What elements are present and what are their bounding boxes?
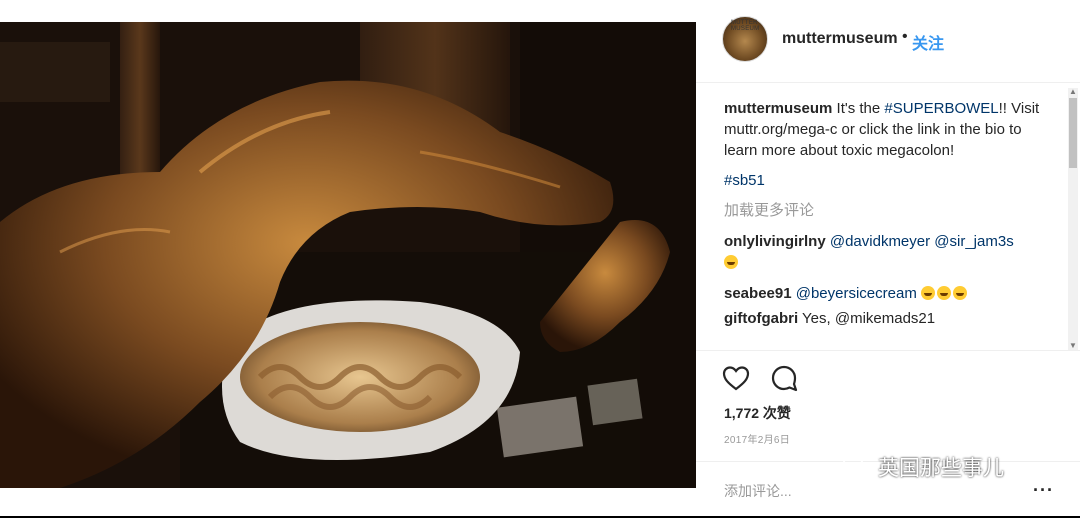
laughing-face-emoji-icon	[953, 286, 967, 300]
comment-text: @davidkmeyer @sir_jam3s	[825, 233, 1014, 250]
comment-bubble-icon[interactable]	[770, 364, 798, 392]
post-media-area	[0, 0, 696, 516]
comment-text: Yes, @mikemads21	[798, 310, 936, 327]
caption-text-before: It's the	[832, 100, 885, 117]
grinning-face-emoji-icon	[724, 255, 738, 269]
heart-icon[interactable]	[722, 365, 750, 391]
caption-hashtag-line: #sb51	[724, 170, 1054, 191]
comment-item: onlylivingirlny @davidkmeyer @sir_jam3s	[724, 231, 1054, 273]
comment-username[interactable]: giftofgabri	[724, 310, 798, 327]
laughing-face-emoji-icon	[921, 286, 935, 300]
caption-hashtag-sb51[interactable]: #sb51	[724, 172, 765, 189]
profile-avatar[interactable]: MÜTTER MUSEUM	[722, 16, 768, 62]
comment-text: @beyersicecream	[791, 285, 921, 302]
post-caption: muttermuseum It's the #SUPERBOWEL!! Visi…	[724, 98, 1054, 161]
comment-item: giftofgabri Yes, @mikemads21	[724, 308, 1054, 329]
scroll-down-arrow-icon[interactable]: ▼	[1069, 342, 1077, 350]
scrollbar-thumb[interactable]	[1069, 98, 1077, 168]
comments-scrollbar[interactable]: ▲ ▼	[1068, 88, 1078, 350]
follow-button[interactable]: 关注	[912, 30, 944, 54]
header-separator: •	[902, 28, 908, 45]
load-more-comments-button[interactable]: 加载更多评论	[724, 200, 1054, 221]
comment-username[interactable]: onlylivingirlny	[724, 233, 826, 250]
post-side-panel: MÜTTER MUSEUM muttermuseum • 关注 muttermu…	[696, 0, 1080, 516]
caption-hashtag-superbowel[interactable]: #SUPERBOWEL	[884, 100, 998, 117]
post-header: MÜTTER MUSEUM muttermuseum • 关注	[696, 0, 1080, 83]
post-photo[interactable]	[0, 22, 696, 488]
comment-username[interactable]: seabee91	[724, 285, 792, 302]
avatar-logo-text: MÜTTER MUSEUM	[731, 20, 760, 32]
caption-username[interactable]: muttermuseum	[724, 100, 832, 117]
header-username[interactable]: muttermuseum	[782, 30, 898, 48]
likes-count[interactable]: 1,772 次赞	[724, 403, 791, 423]
more-options-icon[interactable]: ···	[1033, 480, 1054, 501]
wechat-icon	[842, 456, 872, 478]
comments-list[interactable]: muttermuseum It's the #SUPERBOWEL!! Visi…	[724, 98, 1054, 348]
laughing-face-emoji-icon	[937, 286, 951, 300]
scroll-up-arrow-icon[interactable]: ▲	[1069, 88, 1077, 96]
specimen-photo-illustration	[0, 22, 696, 488]
wechat-watermark: 英国那些事儿	[842, 452, 1004, 482]
watermark-text: 英国那些事儿	[878, 457, 1004, 480]
comment-item: seabee91 @beyersicecream	[724, 283, 1054, 304]
post-date[interactable]: 2017年2月6日	[724, 431, 790, 446]
